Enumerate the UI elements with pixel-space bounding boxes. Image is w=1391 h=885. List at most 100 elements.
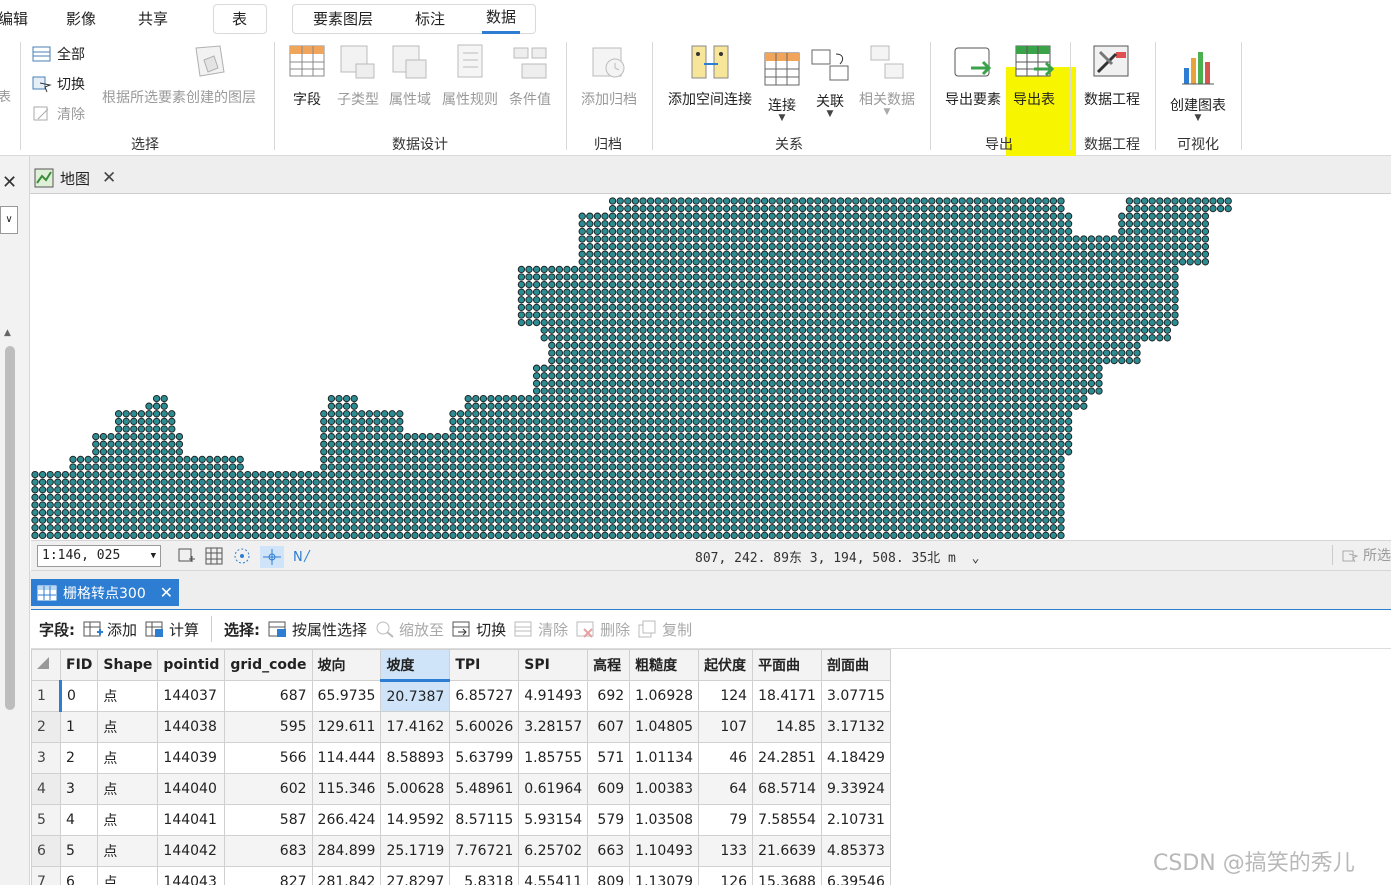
table-cell[interactable]: 5.63799: [449, 742, 520, 774]
table-cell[interactable]: 126: [698, 866, 754, 885]
table-cell[interactable]: 7.58554: [752, 804, 822, 836]
row-number[interactable]: 5: [31, 804, 61, 836]
table-cell[interactable]: 133: [698, 835, 754, 867]
calculate-field-button[interactable]: 计算: [145, 619, 199, 640]
table-cell[interactable]: 5.48961: [449, 773, 520, 805]
column-header[interactable]: FID: [59, 649, 99, 681]
table-cell[interactable]: 6.39546: [820, 866, 891, 885]
table-cell[interactable]: 683: [224, 835, 313, 867]
tab-data[interactable]: 数据: [482, 4, 521, 34]
table-cell[interactable]: 144040: [157, 773, 226, 805]
table-cell[interactable]: 点: [97, 711, 159, 743]
table-cell[interactable]: 3.28157: [518, 711, 589, 743]
table-cell[interactable]: 3.07715: [820, 680, 891, 712]
table-cell[interactable]: 114.444: [311, 742, 382, 774]
table-cell[interactable]: 4.91493: [518, 680, 589, 712]
row-number[interactable]: 2: [31, 711, 61, 743]
row-number[interactable]: 4: [31, 773, 61, 805]
snapping-icon[interactable]: [232, 546, 252, 566]
table-cell[interactable]: 5.8318: [449, 866, 520, 885]
column-header[interactable]: 起伏度: [698, 649, 754, 681]
table-row[interactable]: 4 3 点 144040 602 115.346 5.00628 5.48961 0.61964…: [31, 773, 891, 805]
table-cell[interactable]: 24.2851: [752, 742, 822, 774]
table-cell[interactable]: 571: [587, 742, 631, 774]
table-cell[interactable]: 144041: [157, 804, 226, 836]
clear-selection-button[interactable]: 清除: [514, 619, 568, 640]
selected-features-indicator[interactable]: 所选: [1332, 545, 1391, 565]
table-cell[interactable]: 点: [97, 804, 159, 836]
column-header[interactable]: 平面曲: [752, 649, 822, 681]
chevron-down-icon[interactable]: ∨: [0, 206, 18, 234]
chevron-down-icon[interactable]: ▼: [808, 109, 852, 119]
table-cell[interactable]: 4.18429: [820, 742, 891, 774]
north-arrow-icon[interactable]: N: [292, 546, 314, 566]
table-cell[interactable]: 1.06928: [629, 680, 700, 712]
table-cell[interactable]: 0: [58, 680, 99, 712]
field-button[interactable]: 字段: [284, 42, 330, 109]
map-tab[interactable]: 地图 ✕: [34, 166, 116, 190]
table-cell[interactable]: 7.76721: [449, 835, 520, 867]
add-grid-icon[interactable]: [176, 546, 196, 566]
export-features-button[interactable]: 导出要素: [940, 42, 1006, 109]
switch-selection-button[interactable]: 切换: [452, 619, 506, 640]
clear-selection-button[interactable]: 清除: [32, 104, 85, 124]
chevron-down-icon[interactable]: ▼: [760, 113, 804, 123]
table-cell[interactable]: 5: [59, 835, 99, 867]
table-cell[interactable]: 46: [698, 742, 754, 774]
table-cell[interactable]: 124: [698, 680, 754, 712]
table-cell[interactable]: 点: [97, 742, 159, 774]
table-cell[interactable]: 587: [224, 804, 313, 836]
table-cell[interactable]: 144043: [157, 866, 226, 885]
tab-imagery[interactable]: 影像: [62, 4, 100, 34]
table-cell[interactable]: 5.00628: [380, 773, 451, 805]
contingent-values-button[interactable]: 条件值: [505, 42, 555, 109]
table-row[interactable]: 2 1 点 144038 595 129.611 17.4162 5.60026 3.28157…: [31, 711, 891, 743]
table-cell[interactable]: 1.04805: [629, 711, 700, 743]
table-cell[interactable]: 点: [97, 680, 159, 712]
data-engineering-button[interactable]: 数据工程: [1078, 42, 1146, 109]
chevron-down-icon[interactable]: ⌄: [972, 551, 980, 566]
attribute-rules-button[interactable]: 属性规则: [438, 42, 502, 109]
tab-edit[interactable]: 编辑: [0, 4, 32, 34]
table-cell[interactable]: 281.842: [311, 866, 382, 885]
table-cell[interactable]: 144037: [157, 680, 226, 712]
table-cell[interactable]: 1.01134: [629, 742, 700, 774]
table-cell[interactable]: 4.85373: [820, 835, 891, 867]
crosshair-icon[interactable]: [260, 546, 284, 568]
table-cell[interactable]: 6: [59, 866, 99, 885]
tab-share[interactable]: 共享: [134, 4, 172, 34]
table-cell[interactable]: 9.33924: [820, 773, 891, 805]
close-icon[interactable]: ✕: [2, 172, 17, 193]
table-cell[interactable]: 566: [224, 742, 313, 774]
table-cell[interactable]: 5.60026: [449, 711, 520, 743]
close-icon[interactable]: ✕: [160, 583, 173, 602]
table-row[interactable]: 3 2 点 144039 566 114.444 8.58893 5.63799 1.85755…: [31, 742, 891, 774]
column-header[interactable]: Shape: [97, 649, 159, 681]
column-header[interactable]: 高程: [587, 649, 631, 681]
map-view[interactable]: [31, 194, 1391, 540]
table-cell[interactable]: 20.7387: [380, 680, 451, 712]
column-header[interactable]: 坡度: [380, 649, 451, 682]
row-number[interactable]: 3: [31, 742, 61, 774]
table-cell[interactable]: 602: [224, 773, 313, 805]
table-cell[interactable]: 3: [59, 773, 99, 805]
join-button[interactable]: 连接 ▼: [760, 50, 804, 123]
table-row[interactable]: 1 0 点 144037 687 65.9735 20.7387 6.85727 4.91493…: [31, 680, 891, 712]
scale-selector[interactable]: 1:146, 025 ▼: [37, 545, 161, 567]
table-cell[interactable]: 607: [587, 711, 631, 743]
relate-button[interactable]: 关联 ▼: [808, 44, 852, 119]
table-cell[interactable]: 17.4162: [380, 711, 451, 743]
scroll-up-icon[interactable]: ▲: [4, 328, 11, 338]
switch-selection-button[interactable]: 切换: [32, 74, 85, 94]
subtype-button[interactable]: 子类型: [334, 42, 382, 109]
table-cell[interactable]: 809: [587, 866, 631, 885]
row-number[interactable]: 7: [31, 866, 61, 885]
table-cell[interactable]: 8.57115: [449, 804, 520, 836]
table-row[interactable]: 5 4 点 144041 587 266.424 14.9592 8.57115 5.93154…: [31, 804, 891, 836]
table-cell[interactable]: 609: [587, 773, 631, 805]
column-header[interactable]: 坡向: [311, 649, 382, 681]
table-cell[interactable]: 79: [698, 804, 754, 836]
table-cell[interactable]: 64: [698, 773, 754, 805]
table-cell[interactable]: 284.899: [311, 835, 382, 867]
related-data-button[interactable]: 相关数据 ▼: [856, 42, 918, 117]
